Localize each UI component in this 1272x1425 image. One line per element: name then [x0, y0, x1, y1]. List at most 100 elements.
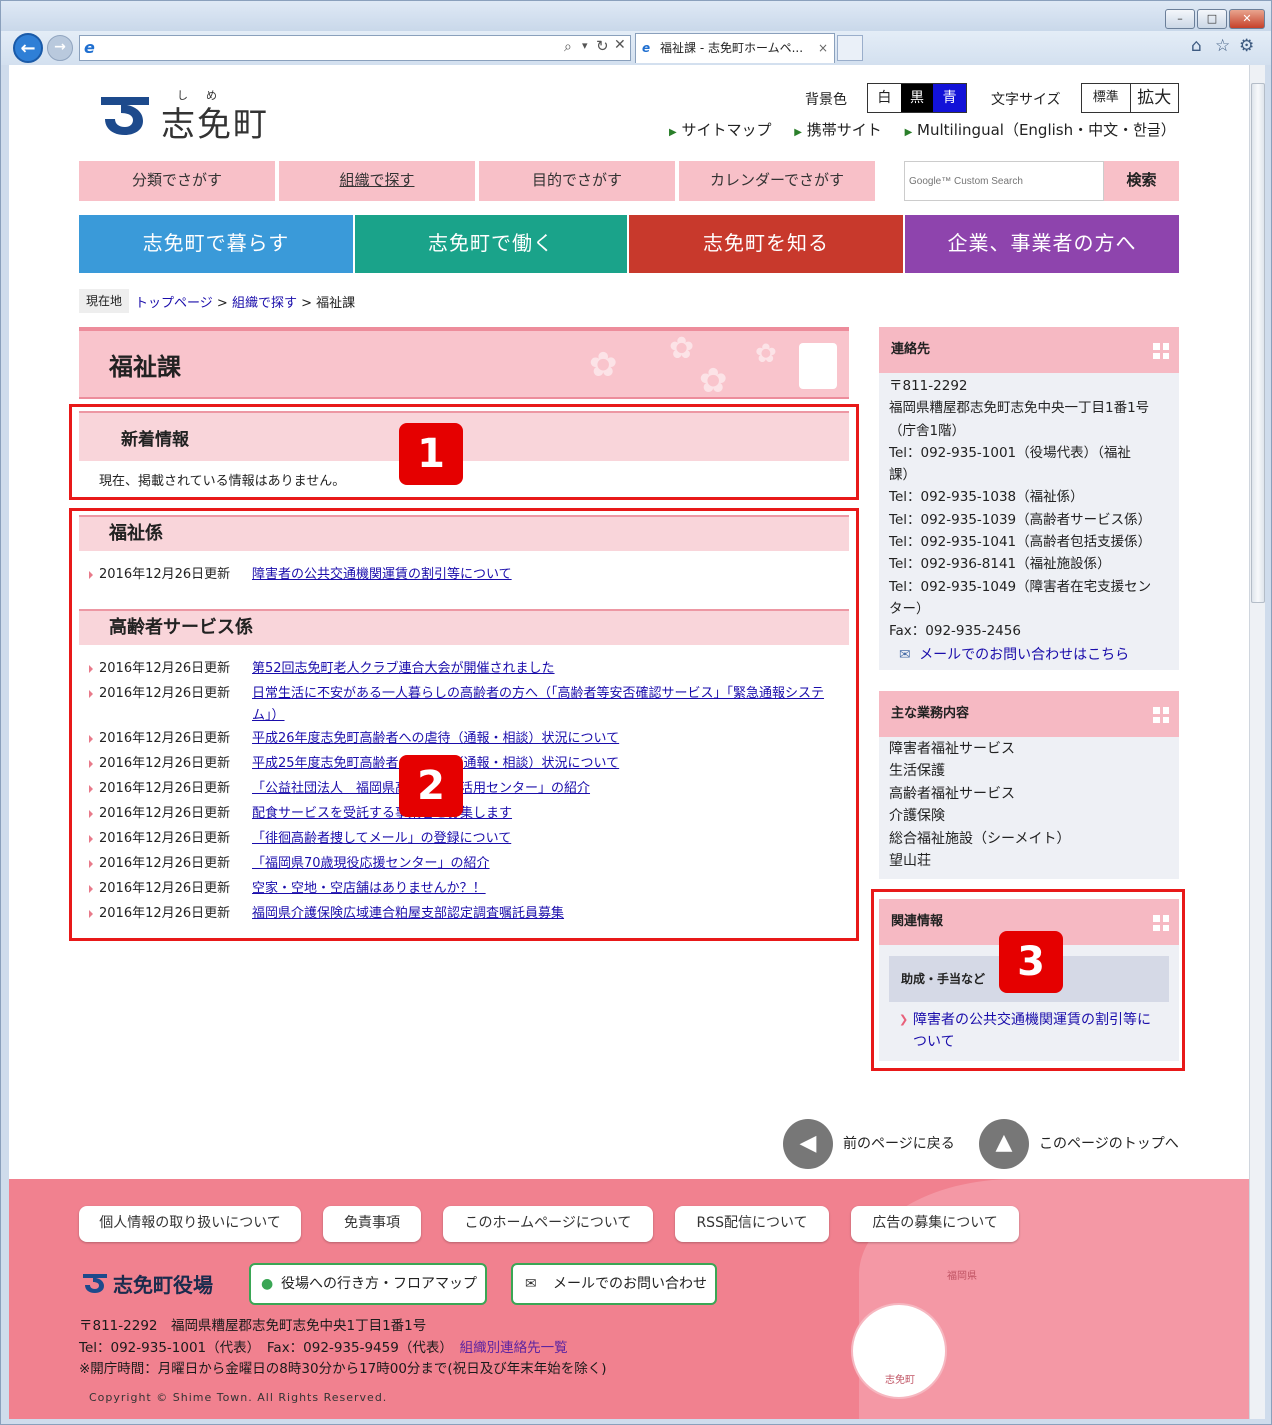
mobile-site-link[interactable]: 携帯サイト — [807, 121, 882, 139]
contact-mail-link[interactable]: メールでのお問い合わせはこちら — [919, 647, 1129, 663]
grid-icon — [1153, 707, 1169, 723]
font-large-button[interactable]: 拡大 — [1131, 84, 1179, 112]
contact-list-link[interactable]: 組織別連絡先一覧 — [460, 1340, 568, 1356]
back-link[interactable]: 前のページに戻る — [843, 1133, 955, 1153]
contact-heading: 連絡先 — [891, 342, 931, 357]
header-links: ▶ サイトマップ ▶ 携帯サイト ▶ Multilingual（English・… — [669, 119, 1176, 140]
list-item: 障害者福祉サービス — [889, 741, 1015, 757]
browser-toolbar: ← → e ⌕ ▾ ↻ ✕ e 福祉課 - 志免町ホームペ... × ⌂ ☆ ⚙ — [1, 31, 1271, 65]
list-item: 生活保護 — [889, 763, 945, 780]
contact-line: Fax：092-935-2456 — [889, 623, 1021, 640]
close-tab-icon[interactable]: × — [818, 34, 828, 62]
nav-category-search[interactable]: 分類でさがす — [79, 161, 275, 201]
list-item: 望山荘 — [889, 853, 931, 870]
browser-tab[interactable]: e 福祉課 - 志免町ホームペ... × — [635, 33, 835, 63]
up-arrow-icon[interactable]: ▲ — [979, 1119, 1029, 1169]
new-tab-button[interactable] — [837, 35, 863, 61]
search-button[interactable]: 検索 — [1104, 161, 1179, 201]
grid-icon — [1153, 343, 1169, 359]
badge-2: 2 — [399, 755, 463, 817]
close-window-button[interactable]: ✕ — [1229, 9, 1265, 29]
flower-icon: ✿ — [669, 331, 695, 366]
highlight-box-2 — [69, 508, 859, 941]
page-top-link[interactable]: このページのトップへ — [1039, 1133, 1179, 1153]
contact-lines: 〒811-2292 福岡県糟屋郡志免町志免中央一丁目1番1号 （庁舎1階） Te… — [889, 375, 1151, 643]
footer-hours: ※開庁時間：月曜日から金曜日の8時30分から17時00分まで(祝日及び年末年始を… — [79, 1361, 607, 1377]
access-button-label: 役場への行き方・フロアマップ — [281, 1276, 477, 1292]
font-standard-button[interactable]: 標準 — [1082, 84, 1131, 112]
map-town-label: 志免町 — [885, 1375, 915, 1386]
contact-line: Tel：092-935-1001（役場代表）（福祉 — [889, 444, 1131, 461]
title-bar: – □ ✕ — [1, 1, 1271, 31]
flower-icon: ✿ — [589, 345, 618, 385]
contact-line: Tel：092-936-8141（福祉施設係） — [889, 556, 1111, 573]
nav-purpose-search[interactable]: 目的でさがす — [479, 161, 675, 201]
ie-logo-icon: e — [642, 41, 651, 55]
category-work[interactable]: 志免町で働く — [355, 215, 627, 273]
bg-black-button[interactable]: 黒 — [900, 84, 934, 112]
map-pref-label: 福岡県 — [947, 1271, 977, 1282]
bgcolor-switch: 白 黒 青 — [867, 83, 967, 113]
list-item: 高齢者福祉サービス — [889, 785, 1015, 802]
duties-heading: 主な業務内容 — [891, 706, 970, 721]
list-item: 介護保険 — [889, 808, 945, 825]
multilingual-link[interactable]: Multilingual（English・中文・한글） — [917, 121, 1176, 139]
breadcrumb-label: 現在地 — [79, 289, 129, 313]
copyright: Copyright © Shime Town. All Rights Reser… — [89, 1391, 388, 1404]
search-input[interactable] — [904, 161, 1104, 201]
footer-address-block: 〒811-2292 福岡県糟屋郡志免町志免中央1丁目1番1号 Tel：092-9… — [79, 1316, 606, 1381]
category-know[interactable]: 志免町を知る — [629, 215, 903, 273]
duties-list: 障害者福祉サービス 生活保護 高齢者福祉サービス 介護保険 総合福祉施設（シーメ… — [889, 738, 1070, 872]
minimize-button[interactable]: – — [1165, 9, 1195, 29]
scrollbar-thumb[interactable] — [1251, 83, 1265, 603]
footer-about-link[interactable]: このホームページについて — [443, 1206, 653, 1242]
breadcrumb-top-link[interactable]: トップページ — [135, 296, 213, 311]
nav-organization-search[interactable]: 組織で探す — [279, 161, 475, 201]
maximize-button[interactable]: □ — [1197, 9, 1227, 29]
footer-rss-link[interactable]: RSS配信について — [675, 1206, 829, 1242]
mail-contact-button[interactable]: ✉ メールでのお問い合わせ — [511, 1263, 717, 1305]
back-arrow-icon[interactable]: ◀ — [783, 1119, 833, 1169]
duties-header: 主な業務内容 — [879, 691, 1179, 737]
sitemap-link[interactable]: サイトマップ — [681, 121, 771, 139]
contact-line: 福岡県糟屋郡志免町志免中央一丁目1番1号 — [889, 400, 1150, 417]
search-icon[interactable]: ⌕ — [564, 39, 572, 55]
home-icon[interactable]: ⌂ — [1191, 36, 1202, 56]
breadcrumb-org-link[interactable]: 組織で探す — [232, 296, 297, 311]
arrow-icon: ▶ — [669, 127, 677, 138]
contact-line: Tel：092-935-1039（高齢者サービス係） — [889, 511, 1152, 528]
tab-title: 福祉課 - 志免町ホームペ... — [660, 41, 804, 55]
footer-address: 〒811-2292 福岡県糟屋郡志免町志免中央1丁目1番1号 — [79, 1318, 427, 1334]
nav-calendar-search[interactable]: カレンダーでさがす — [679, 161, 875, 201]
gear-icon[interactable]: ⚙ — [1239, 36, 1254, 56]
refresh-icon[interactable]: ↻ — [596, 37, 609, 55]
contact-mail: ✉ メールでのお問い合わせはこちら — [899, 644, 1129, 664]
address-bar[interactable]: e ⌕ ▾ ↻ ✕ — [79, 35, 631, 61]
page-viewport: しめ 志免町 背景色 白 黒 青 文字サイズ 標準 拡大 ▶ サイトマップ ▶ … — [9, 65, 1249, 1419]
favorites-star-icon[interactable]: ☆ — [1215, 36, 1230, 56]
breadcrumb-current: 福祉課 — [316, 296, 356, 311]
town-emblem-logo[interactable] — [97, 93, 153, 137]
back-arrow-icon[interactable]: ← — [13, 33, 43, 63]
category-business[interactable]: 企業、事業者の方へ — [905, 215, 1179, 273]
mail-icon: ✉ — [525, 1276, 537, 1292]
flower-icon: ✿ — [699, 361, 728, 401]
forward-arrow-icon[interactable]: → — [47, 35, 73, 61]
mail-icon: ✉ — [899, 647, 911, 663]
stop-icon[interactable]: ✕ — [614, 37, 626, 53]
footer-privacy-link[interactable]: 個人情報の取り扱いについて — [79, 1206, 301, 1242]
browser-window: – □ ✕ ← → e ⌕ ▾ ↻ ✕ e 福祉課 - 志免町ホームペ... ×… — [0, 0, 1272, 1425]
breadcrumb: トップページ > 組織で探す > 福祉課 — [135, 292, 355, 311]
town-emblem-logo — [81, 1271, 109, 1295]
access-button[interactable]: ● 役場への行き方・フロアマップ — [249, 1263, 487, 1305]
badge-1: 1 — [399, 423, 463, 485]
footer-disclaimer-link[interactable]: 免責事項 — [323, 1206, 421, 1242]
bg-white-button[interactable]: 白 — [868, 84, 901, 112]
bg-blue-button[interactable]: 青 — [933, 84, 967, 112]
arrow-icon: ▶ — [904, 127, 913, 138]
footer-ad-link[interactable]: 広告の募集について — [851, 1206, 1019, 1242]
vertical-scrollbar[interactable] — [1249, 65, 1265, 1419]
category-live[interactable]: 志免町で暮らす — [79, 215, 353, 273]
dropdown-icon[interactable]: ▾ — [582, 39, 588, 52]
contact-line: Tel：092-935-1041（高齢者包括支援係） — [889, 534, 1152, 551]
